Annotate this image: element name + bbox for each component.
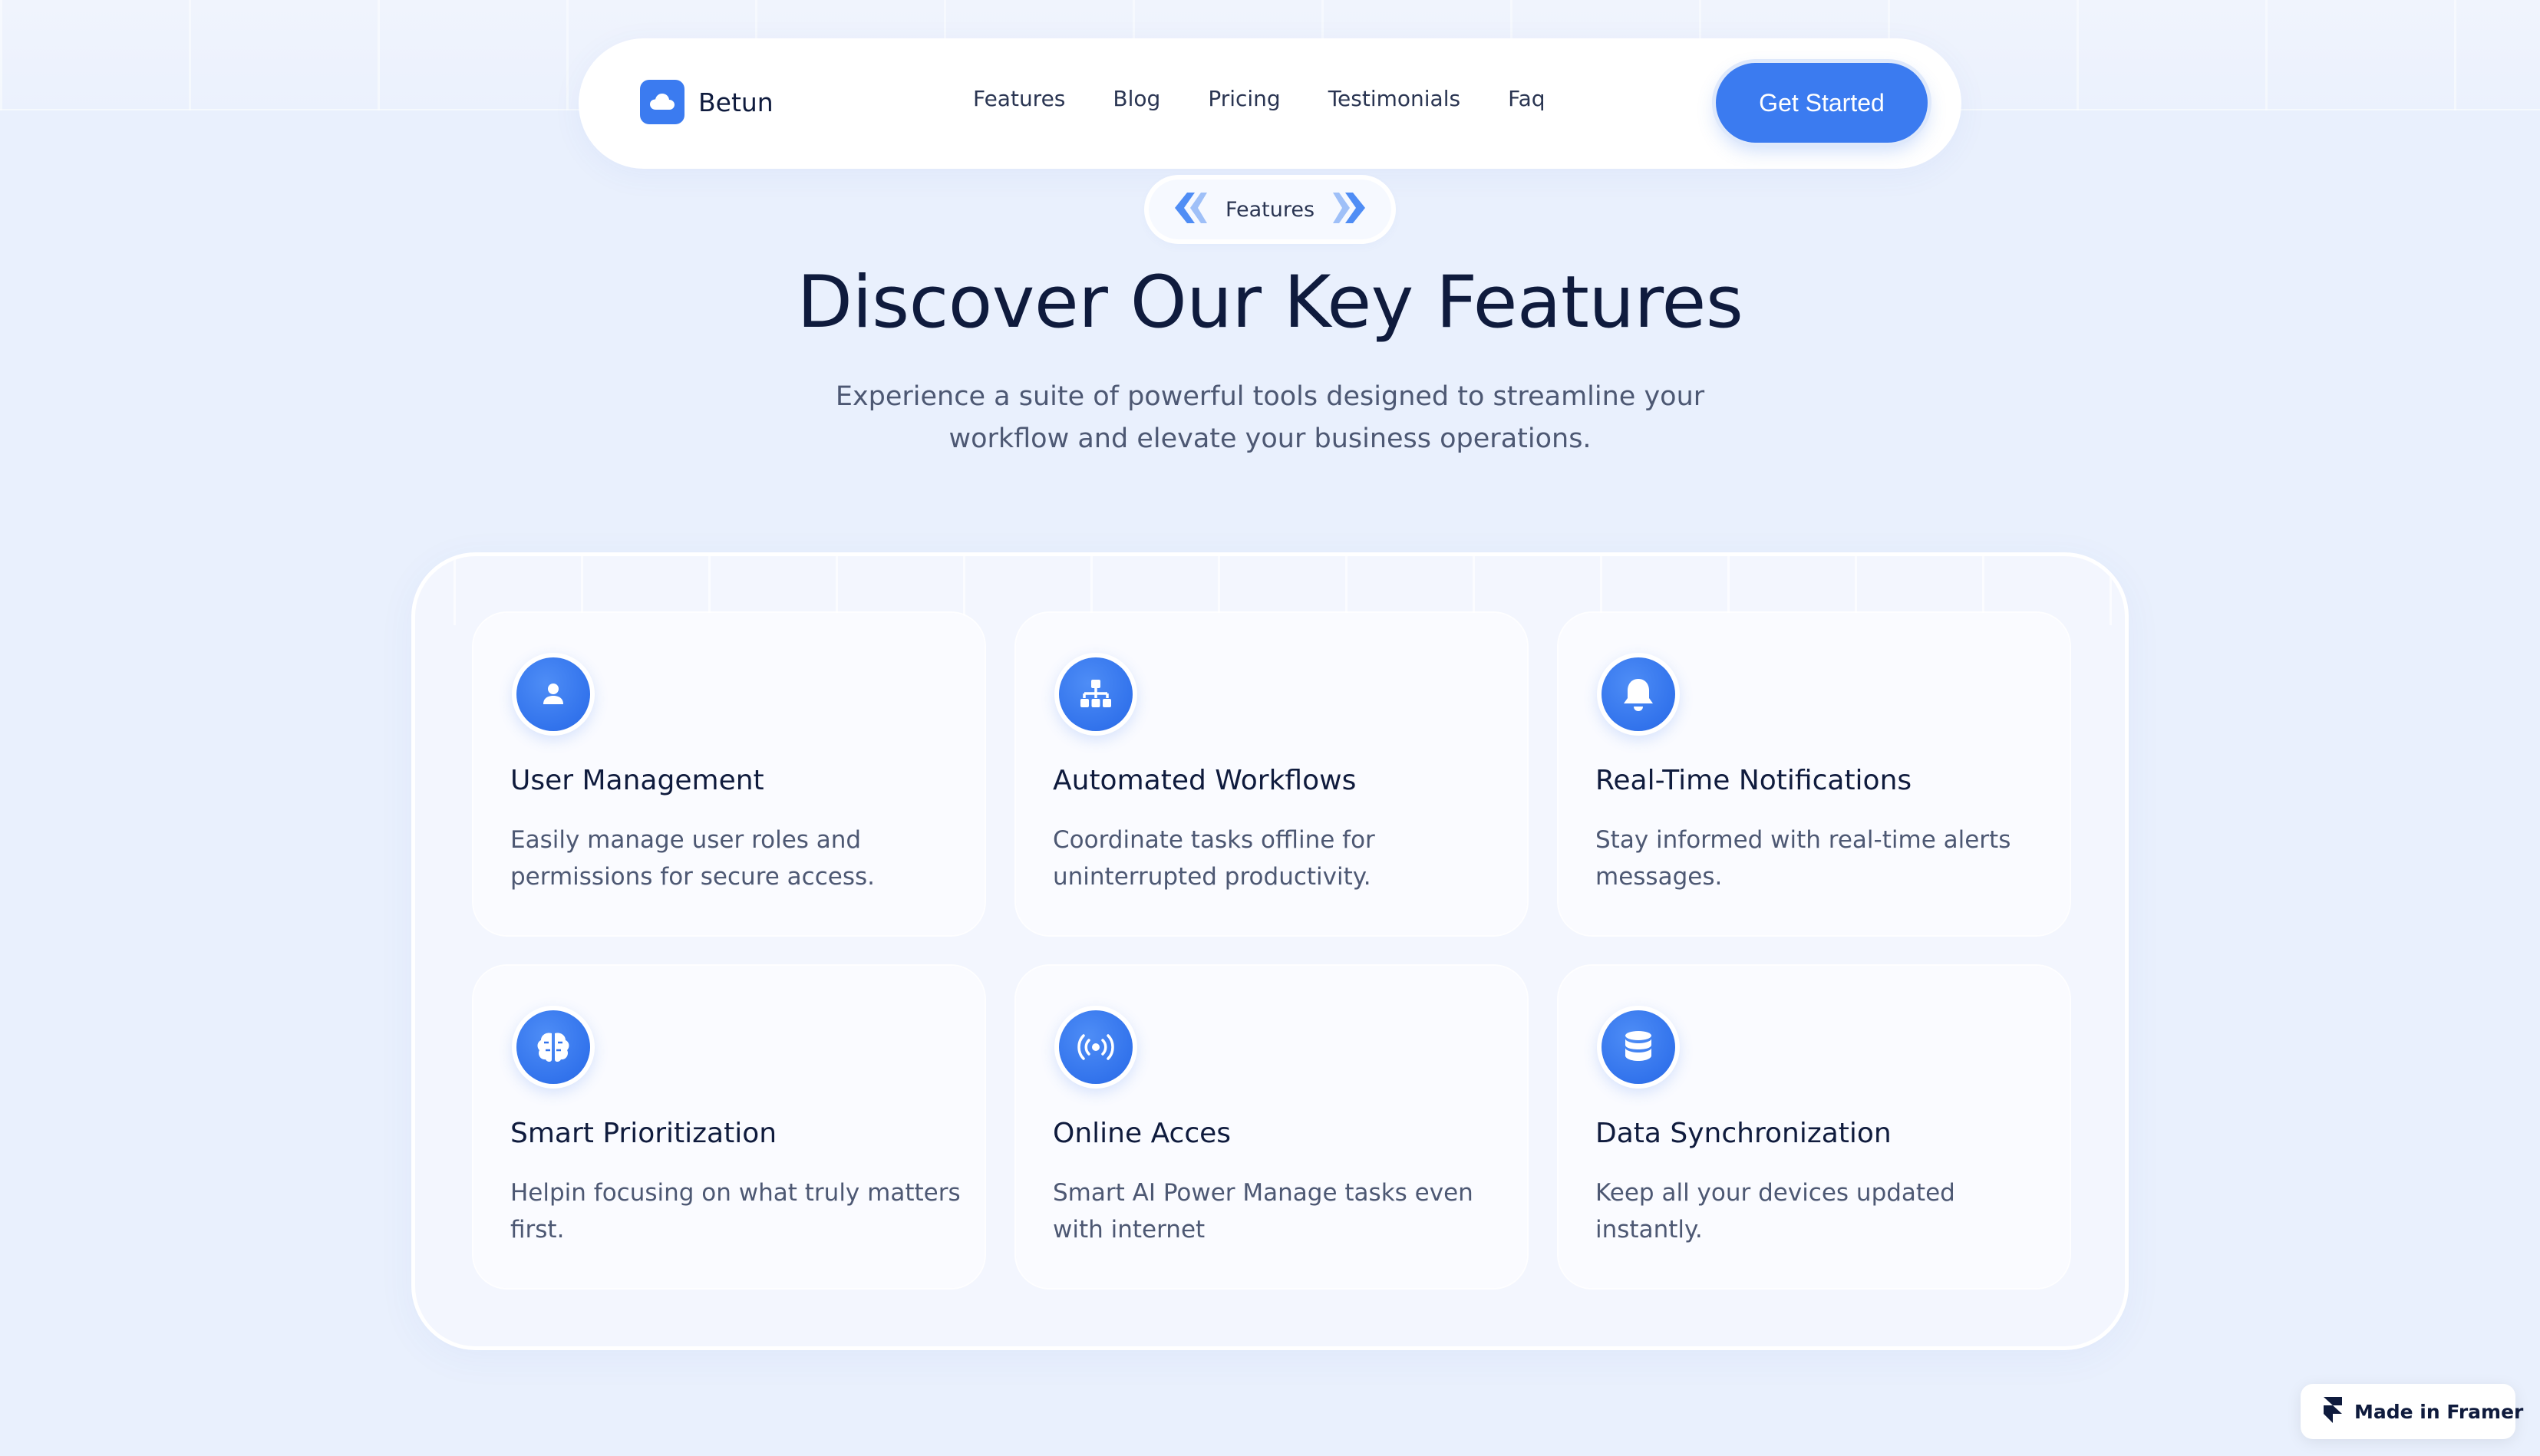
nav-link-features[interactable]: Features: [973, 86, 1065, 111]
cloud-icon: [640, 80, 684, 124]
nav-link-pricing[interactable]: Pricing: [1208, 86, 1280, 111]
feature-card-user-management: User Management Easily manage user roles…: [473, 613, 985, 935]
nav-link-testimonials[interactable]: Testimonials: [1328, 86, 1460, 111]
page: Betun Features Blog Pricing Testimonials…: [0, 0, 2540, 1456]
pill-label: Features: [1225, 197, 1315, 222]
get-started-button[interactable]: Get Started: [1716, 63, 1928, 143]
chevrons-left-icon: [1170, 191, 1209, 228]
made-in-framer-badge[interactable]: Made in Framer: [2301, 1384, 2523, 1439]
feature-description: Easily manage user roles and permissions…: [510, 826, 875, 891]
hierarchy-icon: [1054, 653, 1137, 736]
database-icon: [1597, 1006, 1680, 1089]
badge-label: Made in Framer: [2354, 1400, 2524, 1423]
page-title: Discover Our Key Features: [797, 261, 1743, 344]
feature-card-real-time-notifications: Real-Time Notifications Stay informed wi…: [1559, 613, 2070, 935]
features-container: User Management Easily manage user roles…: [411, 552, 2129, 1350]
feature-description: Helpin focusing on what truly matters fi…: [510, 1179, 961, 1244]
feature-title: Automated Workflows: [1053, 765, 1357, 796]
feature-title: Online Acces: [1053, 1118, 1232, 1149]
bell-icon: [1597, 653, 1680, 736]
brand-name: Betun: [698, 87, 774, 117]
framer-icon: [2324, 1397, 2342, 1426]
feature-card-data-synchronization: Data Synchronization Keep all your devic…: [1559, 966, 2070, 1288]
nav-links: Features Blog Pricing Testimonials Faq: [973, 86, 1545, 111]
feature-title: User Management: [510, 765, 764, 796]
feature-description: Smart AI Power Manage tasks even with in…: [1053, 1179, 1473, 1244]
feature-card-online-access: Online Acces Smart AI Power Manage tasks…: [1016, 966, 1527, 1288]
feature-description: Keep all your devices updated instantly.: [1595, 1179, 1955, 1244]
navbar: Betun Features Blog Pricing Testimonials…: [579, 38, 1961, 169]
feature-title: Smart Prioritization: [510, 1118, 777, 1149]
brand[interactable]: Betun: [640, 80, 774, 124]
brain-icon: [512, 1006, 595, 1089]
feature-title: Data Synchronization: [1595, 1118, 1892, 1149]
features-pill: Features: [1149, 180, 1391, 239]
page-subtitle: Experience a suite of powerful tools des…: [835, 381, 1705, 454]
feature-description: Stay informed with real-time alerts mess…: [1595, 826, 2011, 891]
user-icon: [512, 653, 595, 736]
nav-link-blog[interactable]: Blog: [1113, 86, 1160, 111]
feature-card-smart-prioritization: Smart Prioritization Helpin focusing on …: [473, 966, 985, 1288]
feature-title: Real-Time Notifications: [1595, 765, 1912, 796]
feature-card-automated-workflows: Automated Workflows Coordinate tasks off…: [1016, 613, 1527, 935]
nav-link-faq[interactable]: Faq: [1508, 86, 1545, 111]
feature-description: Coordinate tasks offline for uninterrupt…: [1053, 826, 1375, 891]
broadcast-icon: [1054, 1006, 1137, 1089]
chevrons-right-icon: [1331, 191, 1370, 228]
